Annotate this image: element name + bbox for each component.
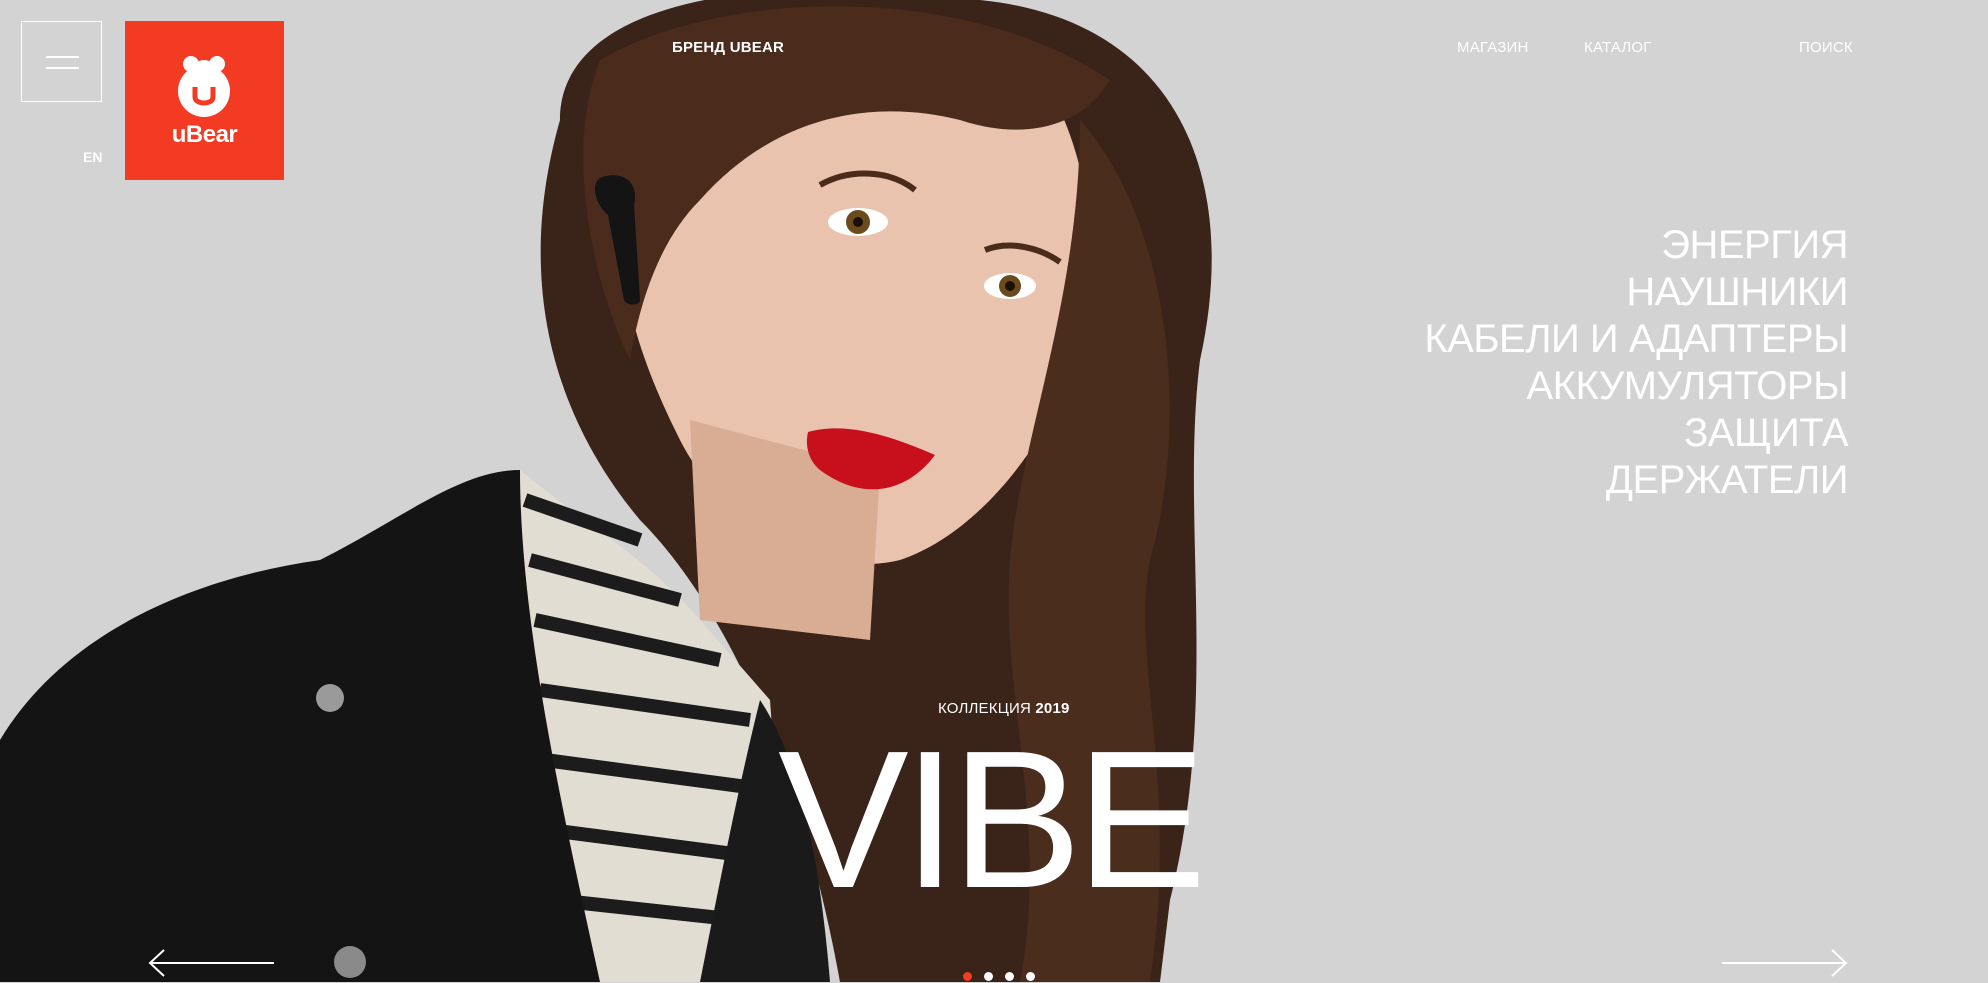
category-energy[interactable]: ЭНЕРГИЯ	[1424, 222, 1848, 269]
nav-brand-prefix: БРЕНД	[672, 39, 726, 56]
language-switch[interactable]: EN	[83, 149, 102, 165]
slider-dot[interactable]	[1026, 972, 1035, 981]
prev-slide-button[interactable]	[148, 948, 276, 978]
nav-search[interactable]: ПОИСК	[1799, 39, 1853, 56]
category-headphones[interactable]: НАУШНИКИ	[1424, 269, 1848, 316]
slider-dot[interactable]	[984, 972, 993, 981]
bear-icon	[178, 56, 230, 117]
ubear-logo[interactable]: uBear	[125, 21, 284, 180]
slider-dot[interactable]	[963, 972, 972, 981]
hamburger-icon	[46, 67, 79, 69]
category-cables[interactable]: КАБЕЛИ И АДАПТЕРЫ	[1424, 316, 1848, 363]
slider-dot[interactable]	[1005, 972, 1014, 981]
nav-brand-ubear[interactable]: БРЕНД UBEAR	[672, 39, 784, 56]
nav-catalog[interactable]: КАТАЛОГ	[1584, 39, 1652, 56]
hero-title: VIBE	[778, 710, 1207, 929]
hamburger-icon	[46, 56, 79, 58]
slider-dots	[963, 972, 1035, 981]
arrow-right-icon	[1722, 949, 1848, 977]
category-protection[interactable]: ЗАЩИТА	[1424, 410, 1848, 457]
category-list: ЭНЕРГИЯ НАУШНИКИ КАБЕЛИ И АДАПТЕРЫ АККУМ…	[1424, 222, 1848, 504]
logo-text: uBear	[171, 121, 238, 148]
category-batteries[interactable]: АККУМУЛЯТОРЫ	[1424, 363, 1848, 410]
nav-shop[interactable]: МАГАЗИН	[1457, 39, 1529, 56]
nav-brand-name: UBEAR	[729, 39, 785, 56]
arrow-left-icon	[148, 949, 274, 977]
category-holders[interactable]: ДЕРЖАТЕЛИ	[1424, 457, 1849, 504]
menu-button[interactable]	[21, 21, 102, 102]
next-slide-button[interactable]	[1720, 948, 1848, 978]
